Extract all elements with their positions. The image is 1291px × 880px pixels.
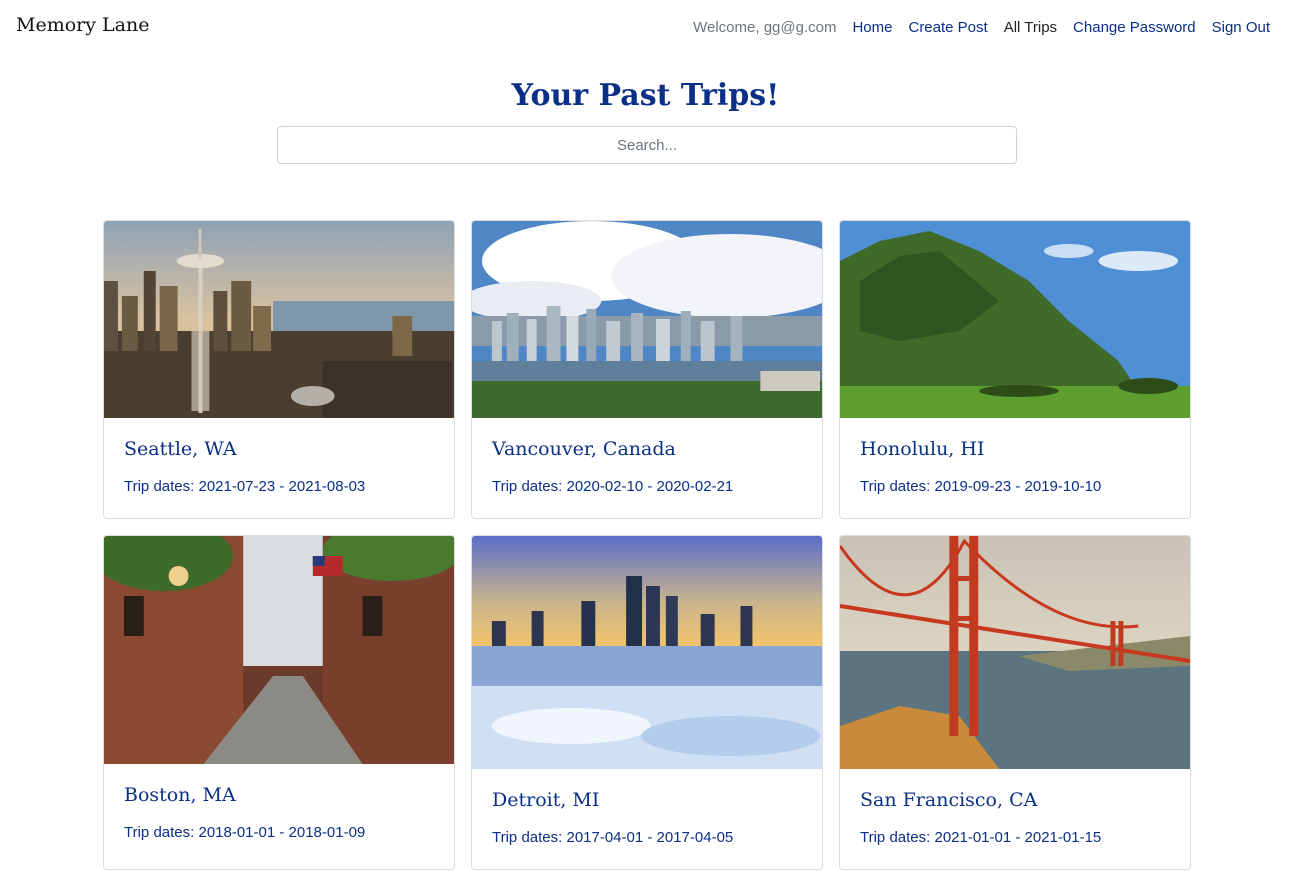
vancouver-skyline-photo	[472, 221, 822, 418]
page-title: Your Past Trips!	[511, 78, 780, 113]
trip-card-vancouver[interactable]: Vancouver, Canada Trip dates: 2020-02-10…	[471, 220, 823, 519]
nav-links: Welcome, gg@g.com Home Create Post All T…	[693, 18, 1270, 38]
trip-title: Boston, MA	[124, 784, 236, 806]
trip-card-boston[interactable]: Boston, MA Trip dates: 2018-01-01 - 2018…	[103, 535, 455, 870]
trip-dates: Trip dates: 2021-07-23 - 2021-08-03	[124, 478, 366, 495]
trip-dates: Trip dates: 2018-01-01 - 2018-01-09	[124, 824, 366, 841]
trip-card-san-francisco[interactable]: San Francisco, CA Trip dates: 2021-01-01…	[839, 535, 1191, 870]
trip-card-honolulu[interactable]: Honolulu, HI Trip dates: 2019-09-23 - 20…	[839, 220, 1191, 519]
boston-street-photo	[104, 536, 454, 764]
nav-all-trips[interactable]: All Trips	[1004, 18, 1057, 38]
trip-card-detroit[interactable]: Detroit, MI Trip dates: 2017-04-01 - 201…	[471, 535, 823, 870]
trip-dates: Trip dates: 2020-02-10 - 2020-02-21	[492, 478, 734, 495]
detroit-skyline-photo	[472, 536, 822, 769]
brand-logo[interactable]: Memory Lane	[16, 14, 149, 36]
trip-dates: Trip dates: 2021-01-01 - 2021-01-15	[860, 829, 1102, 846]
trip-title: Honolulu, HI	[860, 438, 985, 460]
nav-create-post[interactable]: Create Post	[908, 18, 987, 38]
trip-card-seattle[interactable]: Seattle, WA Trip dates: 2021-07-23 - 202…	[103, 220, 455, 519]
trip-title: Detroit, MI	[492, 789, 600, 811]
search-input[interactable]	[277, 126, 1017, 164]
nav-change-password[interactable]: Change Password	[1073, 18, 1196, 38]
navbar: Memory Lane Welcome, gg@g.com Home Creat…	[0, 0, 1291, 56]
welcome-text: Welcome, gg@g.com	[693, 19, 837, 36]
honolulu-mountain-photo	[840, 221, 1190, 418]
trip-title: Vancouver, Canada	[492, 438, 676, 460]
trip-title: San Francisco, CA	[860, 789, 1038, 811]
trip-dates: Trip dates: 2017-04-01 - 2017-04-05	[492, 829, 734, 846]
nav-sign-out[interactable]: Sign Out	[1212, 18, 1270, 38]
trip-dates: Trip dates: 2019-09-23 - 2019-10-10	[860, 478, 1102, 495]
golden-gate-bridge-photo	[840, 536, 1190, 769]
seattle-skyline-photo	[104, 221, 454, 418]
trip-title: Seattle, WA	[124, 438, 237, 460]
nav-home[interactable]: Home	[852, 18, 892, 38]
